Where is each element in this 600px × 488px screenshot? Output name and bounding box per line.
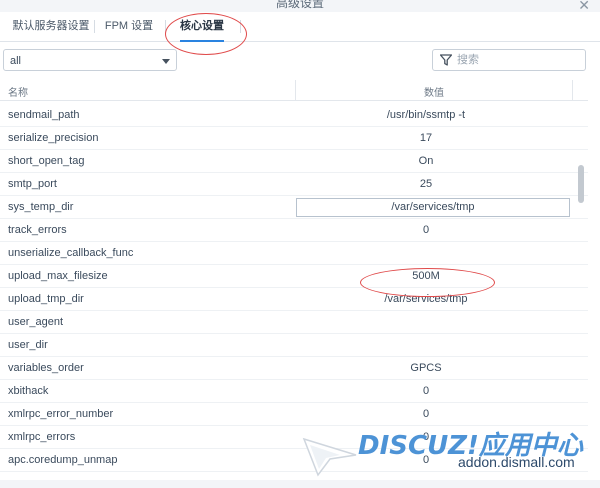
column-header-value[interactable]: 数值 — [296, 84, 572, 99]
tab-core-settings[interactable]: 核心设置 — [170, 12, 234, 42]
category-select[interactable]: all — [3, 49, 177, 71]
table-row[interactable]: track_errors 0 — [0, 219, 588, 242]
table-row[interactable]: unserialize_callback_func — [0, 242, 588, 265]
filter-icon — [440, 54, 452, 66]
chevron-down-icon — [162, 59, 170, 64]
table-row[interactable]: sys_temp_dir/var/services/tmp — [0, 196, 588, 219]
table-row[interactable]: user_dir — [0, 334, 588, 357]
scrollbar-thumb[interactable] — [578, 165, 584, 203]
table-row[interactable]: smtp_port 25 — [0, 173, 588, 196]
setting-name: xmlrpc_errors — [8, 431, 76, 443]
close-icon[interactable]: ✕ — [578, 0, 590, 12]
tab-divider — [240, 20, 241, 33]
setting-value: 0 — [422, 408, 430, 420]
column-divider — [572, 80, 573, 100]
settings-table: 名称 数值 sendmail_path/usr/bin/ssmtp -t seri… — [0, 80, 588, 480]
setting-name: serialize_precision — [8, 132, 99, 144]
window-title: 高级设置 — [275, 0, 324, 10]
watermark: DISCUZ!应用中心 addon.dismall.com — [300, 425, 600, 485]
table-row[interactable]: serialize_precision 17 — [0, 127, 588, 150]
table-row[interactable]: sendmail_path/usr/bin/ssmtp -t — [0, 104, 588, 127]
watermark-arrow-icon — [302, 437, 357, 477]
table-body: sendmail_path/usr/bin/ssmtp -t serialize_… — [0, 104, 588, 472]
window-titlebar: 高级设置 ✕ — [0, 0, 600, 12]
setting-value: 0 — [422, 224, 430, 236]
table-row[interactable]: variables_order GPCS — [0, 357, 588, 380]
search-box — [432, 49, 586, 71]
tab-default-server-settings[interactable]: 默认服务器设置 — [12, 12, 90, 41]
setting-name: xmlrpc_error_number — [8, 408, 114, 420]
setting-name: upload_max_filesize — [8, 270, 108, 282]
setting-name: sys_temp_dir — [8, 201, 74, 213]
setting-value: 17 — [419, 132, 433, 144]
setting-value: 0 — [422, 385, 430, 397]
setting-value: /usr/bin/ssmtp -t — [386, 109, 466, 121]
setting-name: variables_order — [8, 362, 84, 374]
setting-value: 25 — [419, 178, 433, 190]
table-row[interactable]: short_open_tag On — [0, 150, 588, 173]
table-row[interactable]: user_agent — [0, 311, 588, 334]
setting-name: upload_tmp_dir — [8, 293, 84, 305]
tab-divider — [94, 20, 95, 33]
setting-name: xbithack — [8, 385, 49, 397]
setting-value: On — [418, 155, 434, 167]
search-input[interactable] — [457, 52, 577, 68]
setting-name: user_agent — [8, 316, 64, 328]
column-header-name[interactable]: 名称 — [8, 84, 28, 99]
setting-value: 500M — [412, 270, 440, 282]
setting-name: unserialize_callback_func — [8, 247, 134, 259]
setting-value: GPCS — [410, 362, 442, 374]
setting-name: short_open_tag — [8, 155, 85, 167]
setting-value: /var/services/tmp — [384, 293, 468, 305]
category-select-value: all — [10, 55, 22, 67]
setting-name: apc.coredump_unmap — [8, 454, 118, 466]
setting-name: track_errors — [8, 224, 67, 236]
table-row[interactable]: upload_max_filesize 500M — [0, 265, 588, 288]
filter-toolbar: all — [0, 42, 600, 80]
table-header: 名称 数值 — [0, 80, 588, 101]
tab-fpm-settings[interactable]: FPM 设置 — [98, 12, 160, 41]
window-bottom-edge — [0, 480, 600, 488]
setting-name: sendmail_path — [8, 109, 80, 121]
tab-divider — [165, 20, 166, 33]
setting-name: smtp_port — [8, 178, 57, 190]
setting-name: user_dir — [8, 339, 48, 351]
watermark-site: addon.dismall.com — [458, 454, 575, 470]
tab-bar: 默认服务器设置 FPM 设置 核心设置 — [0, 12, 600, 42]
table-row[interactable]: upload_tmp_dir/var/services/tmp — [0, 288, 588, 311]
setting-value-input[interactable]: /var/services/tmp — [296, 198, 570, 217]
table-row[interactable]: xmlrpc_error_number 0 — [0, 403, 588, 426]
table-row[interactable]: xbithack 0 — [0, 380, 588, 403]
